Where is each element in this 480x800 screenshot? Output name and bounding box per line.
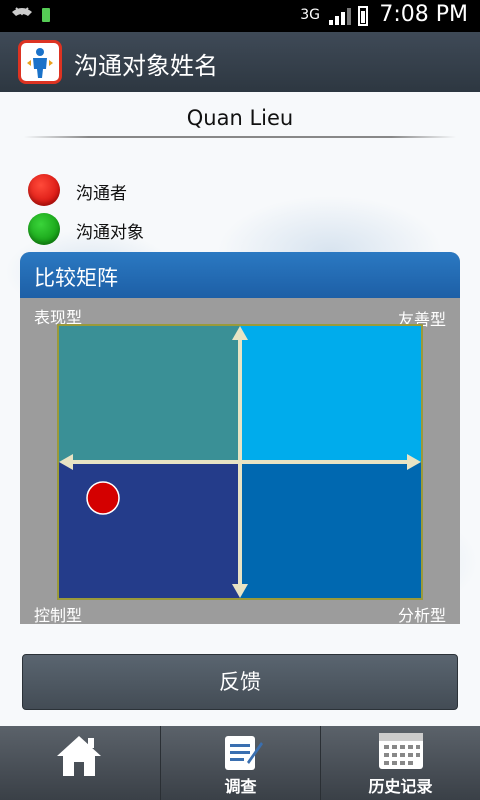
quadrant-top-left [59,326,240,462]
corner-label-bottom-left: 控制型 [34,606,83,624]
signal-icon [328,7,352,25]
battery-icon [358,6,368,26]
comparison-matrix-panel: 比较矩阵 表现型 友善型 控制型 分析型 [20,252,460,624]
nav-label: 调查 [224,777,257,796]
app-title: 沟通对象姓名 [74,52,218,80]
clock: 7:08 PM [379,2,468,27]
nav-label: 历史记录 [368,777,433,796]
legend-label: 沟通者 [76,184,127,204]
communicator-marker [86,481,120,515]
home-icon [57,736,101,776]
green-dot-icon [28,213,60,245]
nav-survey[interactable]: 调查 [160,726,320,800]
legend-label: 沟通对象 [76,223,144,243]
app-bar: 沟通对象姓名 [0,32,480,92]
matrix-header: 比较矩阵 [20,252,460,298]
quadrant-bottom-left [59,462,240,598]
corner-label-bottom-right: 分析型 [397,606,446,624]
quadrant-top-right [240,326,421,462]
red-dot-icon [28,174,60,206]
feedback-button[interactable]: 反馈 [22,654,458,710]
bottom-navigation: 调查 历史记录 [0,726,480,800]
quadrant-grid [57,324,423,600]
app-logo-icon[interactable] [18,40,62,84]
matrix-title: 比较矩阵 [34,266,118,290]
status-bar: 3G 7:08 PM [0,0,480,32]
calendar-icon [379,733,423,769]
missed-call-icon [10,4,56,31]
quadrant-bottom-right [240,462,421,598]
network-type: 3G [300,7,320,23]
survey-icon [225,736,263,770]
name-divider [24,136,456,138]
nav-home[interactable] [0,726,159,800]
contact-name: Quan Lieu [186,106,294,130]
nav-history[interactable]: 历史记录 [320,726,480,800]
